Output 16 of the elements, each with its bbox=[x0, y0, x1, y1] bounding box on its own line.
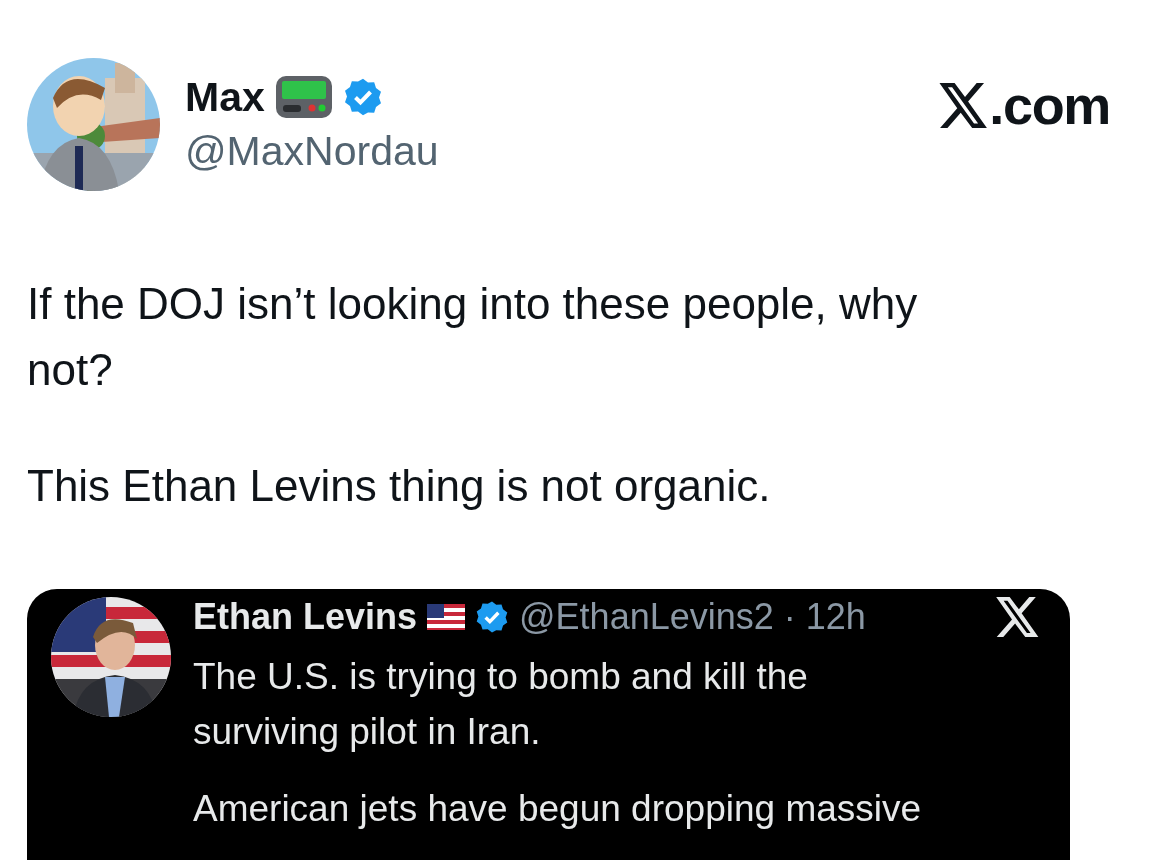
quoted-post-card[interactable]: Ethan Levins @EthanLevins2 · 12h The U.S. is trying to bomb and kill the surviving pilot in Iran. American jets have begun dropping massive bbox=[27, 589, 1070, 860]
pager-icon bbox=[274, 75, 333, 119]
x-logo-icon bbox=[996, 597, 1040, 637]
x-logo-icon bbox=[939, 82, 990, 128]
post-time: 12h bbox=[805, 599, 866, 635]
quoted-author-name[interactable]: Ethan Levins bbox=[193, 599, 418, 635]
separator-dot: · bbox=[783, 599, 796, 635]
quoted-post-text: The U.S. is trying to bomb and kill the surviving pilot in Iran. bbox=[193, 655, 809, 754]
flag-icon bbox=[427, 604, 466, 630]
site-suffix: .com bbox=[989, 78, 1110, 132]
quoted-author-handle[interactable]: @EthanLevins2 bbox=[519, 599, 774, 635]
author-handle[interactable]: @MaxNordau bbox=[185, 131, 439, 172]
quoted-post-text: American jets have begun dropping massive bbox=[193, 787, 923, 831]
post-text: This Ethan Levins thing is not organic. bbox=[27, 460, 772, 512]
post-text: If the DOJ isn’t looking into these people, why not? bbox=[27, 278, 919, 396]
author-name[interactable]: Max bbox=[185, 76, 265, 118]
